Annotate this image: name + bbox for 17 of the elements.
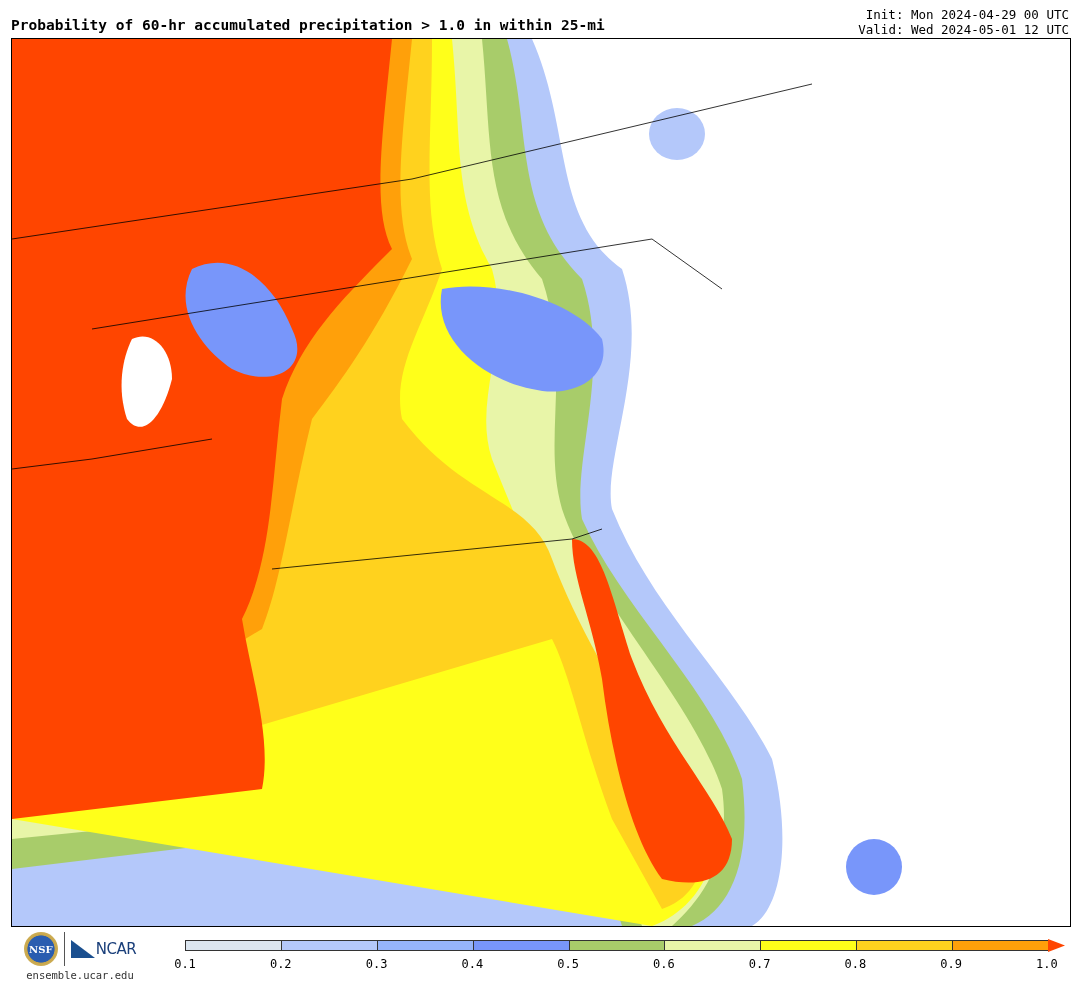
- tick-label: 0.4: [460, 957, 485, 971]
- init-time: Init: Mon 2024-04-29 00 UTC: [865, 7, 1069, 22]
- tick-label: 1.0: [1035, 957, 1059, 971]
- tick-label: 0.3: [364, 957, 389, 971]
- tick-label: 0.8: [843, 957, 868, 971]
- site-url: ensemble.ucar.edu: [26, 969, 134, 981]
- nsf-logo: NSF: [23, 932, 58, 966]
- tick-label: 0.1: [173, 957, 197, 971]
- valid-time: Valid: Wed 2024-05-01 12 UTC: [858, 22, 1069, 37]
- tick-label: 0.9: [939, 957, 963, 971]
- tick-label: 0.5: [556, 957, 580, 971]
- ncar-logo: NCAR: [95, 940, 137, 958]
- tick-label: 0.2: [268, 957, 293, 971]
- chart-title: Probability of 60-hr accumulated precipitation > 1.0 in within 25-mi: [11, 17, 605, 35]
- swoosh-logo-icon: [70, 940, 95, 958]
- tick-label: 0.6: [652, 957, 676, 971]
- tick-label: 0.7: [747, 957, 772, 971]
